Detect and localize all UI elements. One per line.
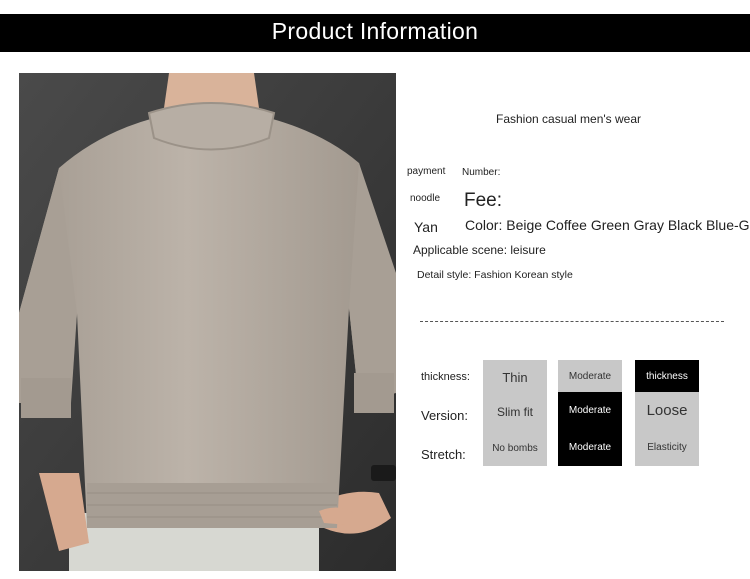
thickness-label: thickness: xyxy=(421,371,470,383)
version-option-slim-fit: Slim fit xyxy=(483,394,547,430)
product-photo xyxy=(19,73,396,571)
number-label: Number: xyxy=(462,167,501,178)
thickness-option-thickness: thickness xyxy=(635,360,699,392)
detail-style: Detail style: Fashion Korean style xyxy=(417,269,573,281)
product-tagline: Fashion casual men's wear xyxy=(496,112,642,126)
header-banner: Product Information xyxy=(0,14,750,52)
yan-label: Yan xyxy=(414,219,438,235)
version-label: Version: xyxy=(421,408,468,423)
stretch-option-moderate: Moderate xyxy=(558,429,622,466)
version-option-loose: Loose xyxy=(635,392,699,429)
divider xyxy=(420,321,724,322)
applicable-scene: Applicable scene: leisure xyxy=(413,243,546,257)
version-option-moderate: Moderate xyxy=(558,392,622,429)
stretch-label: Stretch: xyxy=(421,447,466,462)
noodle-label: noodle xyxy=(410,193,441,204)
color-options: Color: Beige Coffee Green Gray Black Blu… xyxy=(465,217,750,233)
stretch-option-elasticity: Elasticity xyxy=(635,429,699,466)
sweater-model-image xyxy=(19,73,396,571)
thickness-option-thin: Thin xyxy=(483,360,547,394)
stretch-option-no-bombs: No bombs xyxy=(483,430,547,466)
thickness-option-moderate: Moderate xyxy=(558,360,622,392)
page-title: Product Information xyxy=(271,18,479,44)
fee-label: Fee: xyxy=(464,190,503,211)
payment-label: payment xyxy=(407,166,446,177)
